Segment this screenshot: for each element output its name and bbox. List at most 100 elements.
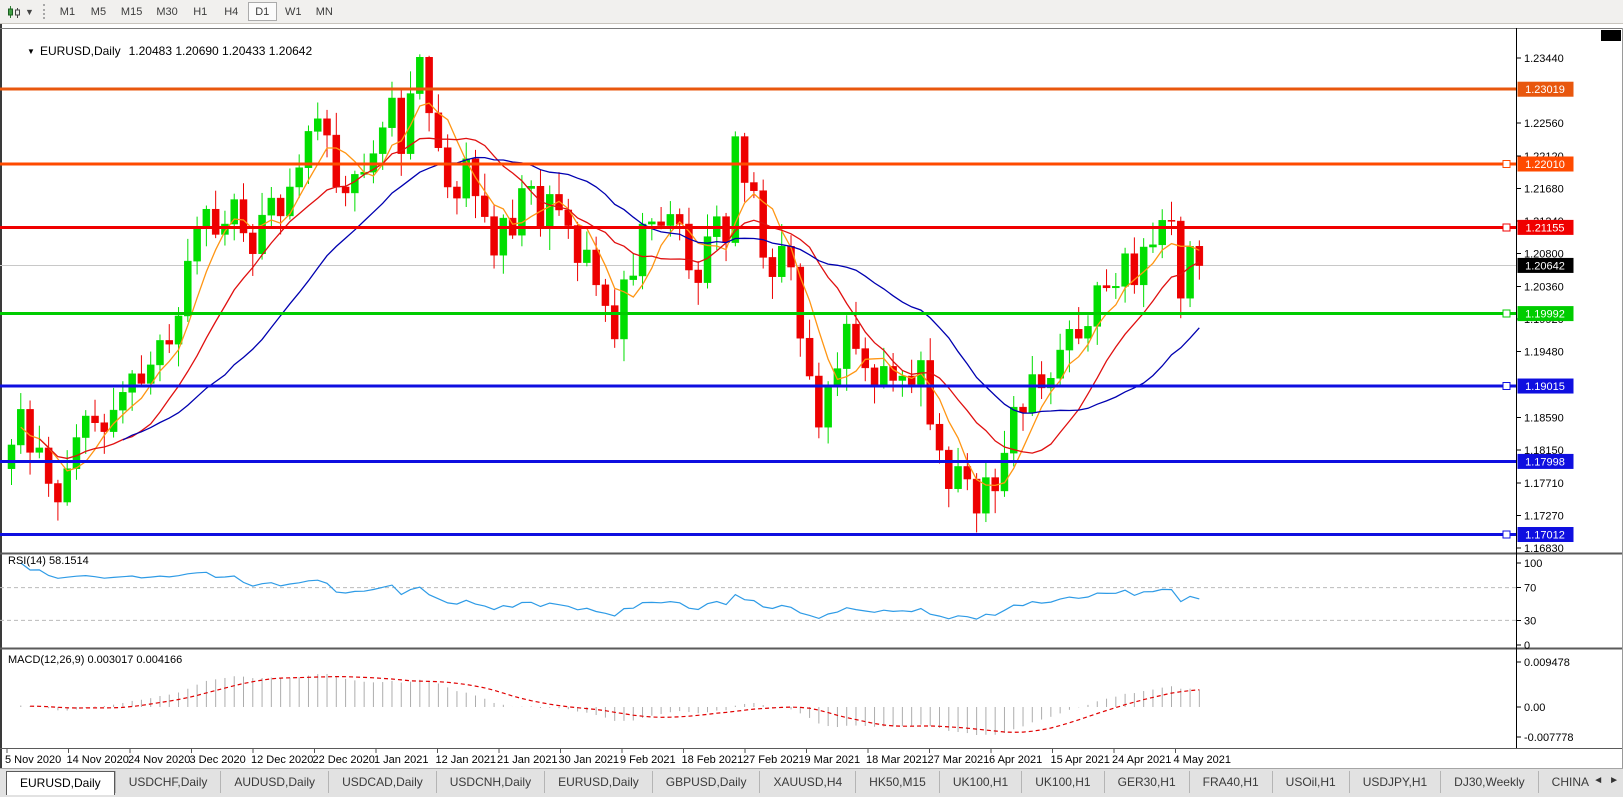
timeframe-h1-button[interactable]: H1 xyxy=(186,2,215,21)
tab-uk100-h1[interactable]: UK100,H1 xyxy=(938,771,1021,793)
tab-eurusd-daily[interactable]: EURUSD,Daily xyxy=(544,771,652,793)
tab-usdcad-daily[interactable]: USDCAD,Daily xyxy=(328,771,436,793)
date-label: 24 Apr 2021 xyxy=(1112,754,1171,766)
date-label: 21 Jan 2021 xyxy=(497,754,558,766)
candlestick-chart-icon xyxy=(8,5,20,18)
date-label: 18 Feb 2021 xyxy=(682,754,744,766)
rsi-level-label: 70 xyxy=(1524,583,1536,595)
rsi-level-label: 30 xyxy=(1524,615,1536,627)
date-label: 3 Dec 2020 xyxy=(190,754,246,766)
price-tick-label: 1.22560 xyxy=(1524,118,1564,130)
date-label: 5 Nov 2020 xyxy=(5,754,61,766)
chart-type-dropdown-caret[interactable]: ▼ xyxy=(25,7,34,17)
tab-eurusd-daily[interactable]: EURUSD,Daily xyxy=(6,771,115,795)
sr-lines[interactable] xyxy=(0,87,1516,539)
price-tick-label: 1.17270 xyxy=(1524,510,1564,522)
timeframe-m15-button[interactable]: M15 xyxy=(115,2,148,21)
tab-xauusd-h4[interactable]: XAUUSD,H4 xyxy=(759,771,855,793)
timeframe-mn-button[interactable]: MN xyxy=(310,2,339,21)
date-label: 27 Mar 2021 xyxy=(928,754,990,766)
tab-dj30-weekly[interactable]: DJ30,Weekly xyxy=(1440,771,1537,793)
tab-usoil-h1[interactable]: USOil,H1 xyxy=(1271,771,1349,793)
pane-frames xyxy=(0,24,1623,768)
timeframe-w1-button[interactable]: W1 xyxy=(279,2,308,21)
chart-symbol-label: EURUSD,Daily xyxy=(39,44,121,58)
date-label: 9 Mar 2021 xyxy=(805,754,861,766)
tab-ger30-h1[interactable]: GER30,H1 xyxy=(1103,771,1189,793)
sr-line-handle[interactable] xyxy=(1502,382,1511,391)
sr-line-handle[interactable] xyxy=(1502,223,1511,232)
macd-scale-label: 0.00 xyxy=(1524,702,1545,714)
rsi-level-label: 100 xyxy=(1524,558,1542,570)
tab-china300-h1[interactable]: CHINA300,H1 xyxy=(1537,771,1589,793)
sr-price-label: 1.17012 xyxy=(1525,530,1565,542)
sr-price-label: 1.17998 xyxy=(1525,456,1565,468)
scroll-marker[interactable] xyxy=(1601,30,1621,41)
macd-signal-line xyxy=(30,675,1200,733)
date-label: 27 Feb 2021 xyxy=(743,754,805,766)
sr-line-handle[interactable] xyxy=(1502,309,1511,318)
sr-line-handle[interactable] xyxy=(1502,530,1511,539)
tab-hk50-m15[interactable]: HK50,M15 xyxy=(855,771,939,793)
date-label: 12 Dec 2020 xyxy=(251,754,313,766)
sr-price-label: 1.19992 xyxy=(1525,309,1565,321)
date-label: 15 Apr 2021 xyxy=(1051,754,1110,766)
timeframe-m5-button[interactable]: M5 xyxy=(84,2,113,21)
tab-usdcnh-daily[interactable]: USDCNH,Daily xyxy=(435,771,544,793)
toolbar-grip[interactable] xyxy=(42,4,45,19)
timeframe-m30-button[interactable]: M30 xyxy=(150,2,183,21)
tab-audusd-daily[interactable]: AUDUSD,Daily xyxy=(220,771,328,793)
sr-line-handle[interactable] xyxy=(1502,160,1511,169)
tab-fra40-h1[interactable]: FRA40,H1 xyxy=(1188,771,1272,793)
macd-indicator-label: MACD(12,26,9) 0.003017 0.004166 xyxy=(8,654,183,666)
timeframe-m1-button[interactable]: M1 xyxy=(53,2,82,21)
price-tick-label: 1.19480 xyxy=(1524,347,1564,359)
date-label: 18 Mar 2021 xyxy=(866,754,928,766)
rsi-level-label: 0 xyxy=(1524,640,1530,652)
price-tick-label: 1.20360 xyxy=(1524,281,1564,293)
date-label: 4 May 2021 xyxy=(1174,754,1231,766)
sr-price-label: 1.23019 xyxy=(1525,84,1565,96)
price-tick-label: 1.16830 xyxy=(1524,543,1564,555)
price-axis: 1.234401.225601.221201.216801.212401.208… xyxy=(1516,53,1574,555)
price-tick-label: 1.23440 xyxy=(1524,53,1564,65)
chart-type-icon[interactable] xyxy=(4,3,24,21)
chart-tab-bar: EURUSD,Daily USDCHF,Daily AUDUSD,Daily USDC… xyxy=(0,768,1623,797)
date-axis: 5 Nov 2020 14 Nov 2020 24 Nov 2020 3 Dec 20… xyxy=(5,749,1231,766)
rsi-line xyxy=(20,562,1200,620)
date-label: 22 Dec 2020 xyxy=(313,754,375,766)
sr-price-label: 1.21155 xyxy=(1526,222,1565,234)
chart-header: ▼ EURUSD,Daily 1.20483 1.20690 1.20433 1.2… xyxy=(7,30,312,72)
price-tick-label: 1.21680 xyxy=(1524,183,1564,195)
chart-ohlc-values: 1.20483 1.20690 1.20433 1.20642 xyxy=(128,44,313,58)
date-label: 1 Jan 2021 xyxy=(374,754,428,766)
date-label: 6 Apr 2021 xyxy=(989,754,1042,766)
sr-price-label: 1.22010 xyxy=(1525,159,1565,171)
macd-pane: 0.009478 0.00 -0.007778 xyxy=(20,657,1574,744)
date-label: 14 Nov 2020 xyxy=(67,754,129,766)
date-label: 12 Jan 2021 xyxy=(436,754,497,766)
tab-usdchf-daily[interactable]: USDCHF,Daily xyxy=(114,771,221,793)
sr-price-label: 1.19015 xyxy=(1525,381,1565,393)
chart-area: 1.234401.225601.221201.216801.212401.208… xyxy=(0,24,1623,768)
tab-scroll-left-icon[interactable]: ◄ xyxy=(1593,775,1603,786)
macd-scale-label: 0.009478 xyxy=(1524,657,1570,669)
macd-scale-label: -0.007778 xyxy=(1524,732,1574,744)
mt4-window: ▼ M1 M5 M15 M30 H1 H4 D1 W1 MN 1.23440 1.… xyxy=(0,0,1623,797)
tab-usdjpy-h1[interactable]: USDJPY,H1 xyxy=(1348,771,1440,793)
tab-scroll-right-icon[interactable]: ► xyxy=(1609,775,1619,786)
rsi-indicator-label: RSI(14) 58.1514 xyxy=(8,555,89,567)
chart-tabs: EURUSD,Daily USDCHF,Daily AUDUSD,Daily USDC… xyxy=(6,771,1589,795)
date-label: 30 Jan 2021 xyxy=(559,754,620,766)
price-tick-label: 1.18590 xyxy=(1524,413,1564,425)
timeframe-h4-button[interactable]: H4 xyxy=(217,2,246,21)
tab-gbpusd-daily[interactable]: GBPUSD,Daily xyxy=(651,771,760,793)
timeframe-d1-button[interactable]: D1 xyxy=(247,2,277,21)
date-label: 24 Nov 2020 xyxy=(128,754,190,766)
current-price-label: 1.20642 xyxy=(1525,260,1565,272)
collapse-triangle-icon[interactable]: ▼ xyxy=(27,47,35,56)
date-label: 9 Feb 2021 xyxy=(620,754,676,766)
rsi-pane: 100 70 30 0 xyxy=(0,558,1542,652)
price-chart-canvas[interactable]: 1.234401.225601.221201.216801.212401.208… xyxy=(0,24,1623,768)
tab-uk100-h1[interactable]: UK100,H1 xyxy=(1021,771,1103,793)
